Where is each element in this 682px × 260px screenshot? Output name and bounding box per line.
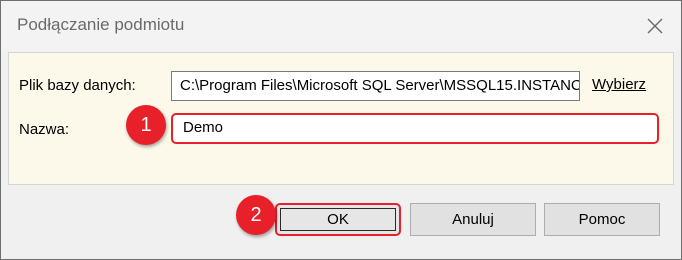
db-file-path-value: C:\Program Files\Microsoft SQL Server\MS… (180, 77, 580, 94)
help-button-label: Pomoc (578, 211, 626, 228)
help-button[interactable]: Pomoc (544, 203, 660, 236)
db-file-label: Plik bazy danych: (19, 77, 136, 94)
dialog-title: Podłączanie podmiotu (17, 15, 185, 34)
name-input-value: Demo (183, 119, 224, 136)
title-bar: Podłączanie podmiotu (1, 1, 681, 51)
name-input[interactable]: Demo (171, 113, 659, 144)
callout-badge-1: 1 (126, 105, 166, 145)
callout-badge-2: 2 (236, 195, 276, 235)
ok-button[interactable]: OK (275, 203, 401, 236)
cancel-button-label: Anuluj (452, 211, 494, 228)
close-button[interactable] (631, 5, 679, 47)
browse-link[interactable]: Wybierz (592, 76, 646, 93)
ok-focus-ring (280, 208, 396, 231)
name-label: Nazwa: (19, 121, 70, 138)
cancel-button[interactable]: Anuluj (410, 203, 536, 236)
db-file-path-input[interactable]: C:\Program Files\Microsoft SQL Server\MS… (171, 71, 580, 101)
close-icon (647, 18, 663, 34)
